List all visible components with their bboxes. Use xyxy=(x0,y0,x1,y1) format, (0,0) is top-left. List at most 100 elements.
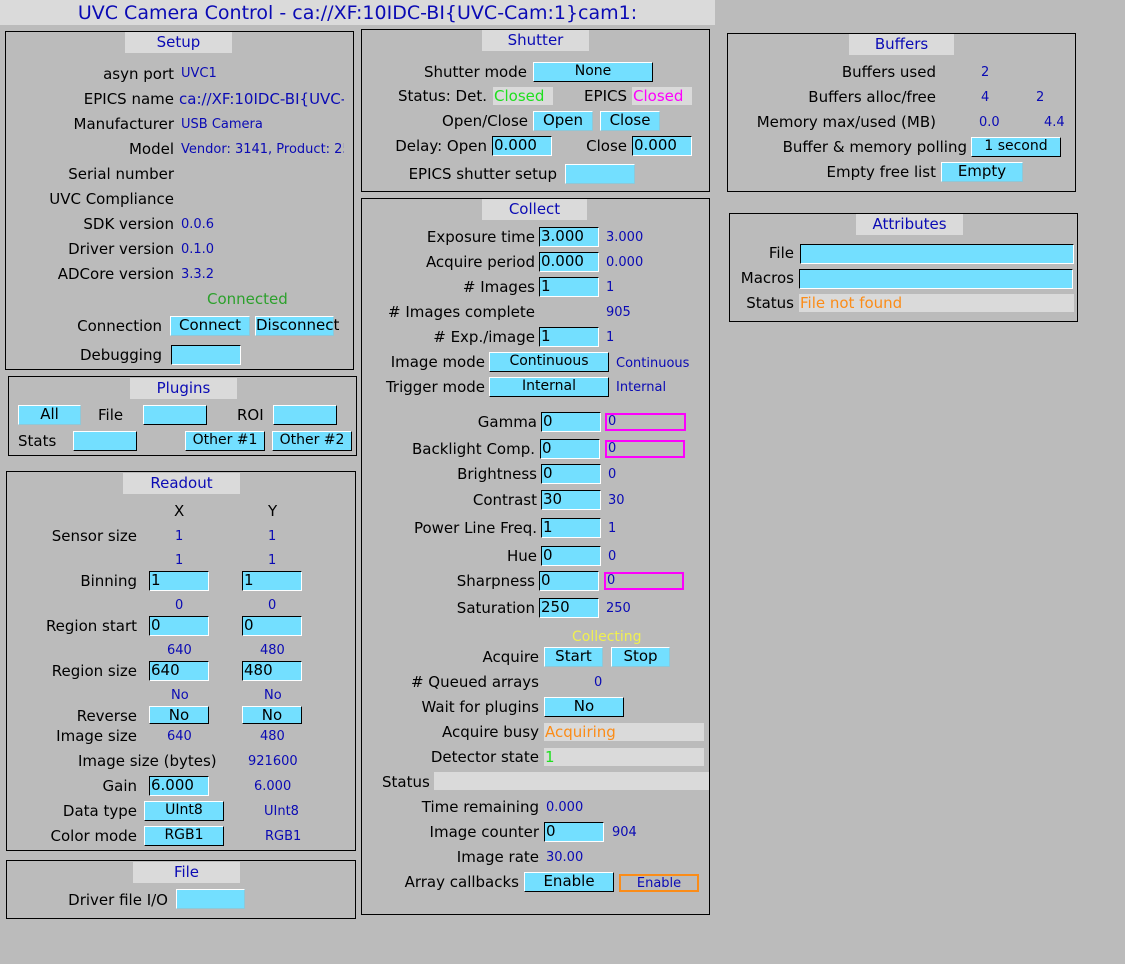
region-start-y-rbv: 0 xyxy=(268,598,277,613)
image-mode-rbv: Continuous xyxy=(616,356,690,371)
acquire-period-input[interactable]: 0.000 xyxy=(539,252,599,272)
acquire-period-label: Acquire period xyxy=(425,253,535,271)
saturation-input[interactable]: 250 xyxy=(539,598,599,618)
power-line-input[interactable]: 1 xyxy=(541,518,601,538)
reverse-x-menu[interactable]: No xyxy=(149,706,209,724)
gamma-input[interactable]: 0 xyxy=(541,412,601,432)
connect-button[interactable]: Connect xyxy=(170,316,250,336)
plugins-file-button[interactable] xyxy=(143,405,207,425)
empty-free-list-button[interactable]: Empty xyxy=(941,162,1023,182)
wait-plugins-menu[interactable]: No xyxy=(544,697,624,717)
backlight-rbv: 0 xyxy=(605,440,685,458)
plugins-other2-button[interactable]: Other #2 xyxy=(272,431,352,451)
time-remaining-value: 0.000 xyxy=(546,800,584,815)
backlight-label: Backlight Comp. xyxy=(412,440,535,458)
exposure-time-input[interactable]: 3.000 xyxy=(539,227,599,247)
array-callbacks-menu[interactable]: Enable xyxy=(524,872,614,892)
images-complete-rbv: 905 xyxy=(606,305,631,320)
region-size-y-rbv: 480 xyxy=(260,643,285,658)
trigger-mode-rbv: Internal xyxy=(616,380,667,395)
attributes-macros-input[interactable] xyxy=(799,269,1073,289)
plugins-roi-button[interactable] xyxy=(273,405,337,425)
sdk-version-label: SDK version xyxy=(83,215,174,233)
image-size-x: 640 xyxy=(167,729,192,744)
exp-per-image-rbv: 1 xyxy=(606,330,615,345)
attributes-status-label: Status xyxy=(746,294,794,312)
buffers-title: Buffers xyxy=(849,34,954,55)
sensor-size-label: Sensor size xyxy=(51,527,137,545)
status-det-value: Closed xyxy=(493,87,553,105)
plugins-other1-button[interactable]: Other #1 xyxy=(185,431,265,451)
model-label: Model xyxy=(128,140,174,158)
attributes-file-input[interactable] xyxy=(800,244,1074,264)
region-start-x-input[interactable]: 0 xyxy=(149,616,209,636)
data-type-menu[interactable]: UInt8 xyxy=(144,801,224,821)
exp-per-image-input[interactable]: 1 xyxy=(539,327,599,347)
acquire-start-button[interactable]: Start xyxy=(544,647,603,667)
region-start-y-input[interactable]: 0 xyxy=(242,616,302,636)
image-counter-rbv: 904 xyxy=(612,825,637,840)
gamma-label: Gamma xyxy=(477,413,537,431)
binning-x-rbv: 1 xyxy=(175,553,184,568)
empty-free-list-label: Empty free list xyxy=(826,163,936,181)
sharpness-input[interactable]: 0 xyxy=(539,571,599,591)
debugging-label: Debugging xyxy=(79,346,162,364)
epics-shutter-setup-label: EPICS shutter setup xyxy=(408,165,557,183)
manufacturer-label: Manufacturer xyxy=(73,115,175,133)
plugins-all-button[interactable]: All xyxy=(18,405,81,425)
trigger-mode-menu[interactable]: Internal xyxy=(489,377,609,397)
epics-shutter-setup-button[interactable] xyxy=(565,164,635,184)
plugins-stats-button[interactable] xyxy=(73,431,137,451)
buffers-free-value: 2 xyxy=(1036,90,1045,105)
window-title: UVC Camera Control - ca://XF:10IDC-BI{UV… xyxy=(0,0,715,25)
plugins-stats-label: Stats xyxy=(18,432,57,450)
acquire-busy-label: Acquire busy xyxy=(442,723,539,741)
polling-menu[interactable]: 1 second xyxy=(971,137,1061,157)
image-size-y: 480 xyxy=(260,729,285,744)
image-mode-menu[interactable]: Continuous xyxy=(489,352,609,372)
attributes-status-value: File not found xyxy=(799,294,1074,312)
memory-label: Memory max/used (MB) xyxy=(756,113,936,131)
connection-status: Connected xyxy=(207,290,288,308)
region-size-label: Region size xyxy=(51,662,137,680)
queued-arrays-value: 0 xyxy=(594,675,603,690)
array-callbacks-label: Array callbacks xyxy=(404,873,519,891)
shutter-open-button[interactable]: Open xyxy=(533,111,593,131)
buffers-used-label: Buffers used xyxy=(841,63,936,81)
region-size-y-input[interactable]: 480 xyxy=(242,661,302,681)
contrast-input[interactable]: 30 xyxy=(541,490,601,510)
attributes-title: Attributes xyxy=(856,214,963,235)
epics-status-label: EPICS xyxy=(584,87,627,105)
color-mode-label: Color mode xyxy=(50,827,137,845)
driver-file-io-button[interactable] xyxy=(176,889,245,909)
backlight-input[interactable]: 0 xyxy=(540,439,600,459)
acquire-stop-button[interactable]: Stop xyxy=(611,647,670,667)
power-line-label: Power Line Freq. xyxy=(413,519,537,537)
binning-x-input[interactable]: 1 xyxy=(149,571,209,591)
binning-y-input[interactable]: 1 xyxy=(242,571,302,591)
attributes-file-label: File xyxy=(768,244,794,262)
gain-input[interactable]: 6.000 xyxy=(149,776,209,796)
hue-input[interactable]: 0 xyxy=(541,546,601,566)
reverse-y-rbv: No xyxy=(264,688,282,703)
shutter-mode-menu[interactable]: None xyxy=(533,62,653,82)
hue-label: Hue xyxy=(506,547,537,565)
debugging-button[interactable] xyxy=(171,345,241,365)
data-type-rbv: UInt8 xyxy=(264,804,299,819)
num-images-rbv: 1 xyxy=(606,280,615,295)
shutter-title: Shutter xyxy=(482,30,589,51)
reverse-y-menu[interactable]: No xyxy=(242,706,302,724)
disconnect-button[interactable]: Disconnect xyxy=(255,316,339,336)
exposure-time-label: Exposure time xyxy=(426,228,535,246)
delay-open-input[interactable]: 0.000 xyxy=(492,136,552,156)
region-size-x-input[interactable]: 640 xyxy=(149,661,209,681)
region-start-x-rbv: 0 xyxy=(175,598,184,613)
adcore-version-label: ADCore version xyxy=(57,265,174,283)
brightness-input[interactable]: 0 xyxy=(541,464,601,484)
delay-close-input[interactable]: 0.000 xyxy=(632,136,692,156)
num-images-input[interactable]: 1 xyxy=(539,277,599,297)
shutter-close-button[interactable]: Close xyxy=(600,111,660,131)
image-mode-label: Image mode xyxy=(390,353,485,371)
image-counter-input[interactable]: 0 xyxy=(544,822,604,842)
color-mode-menu[interactable]: RGB1 xyxy=(144,826,224,846)
